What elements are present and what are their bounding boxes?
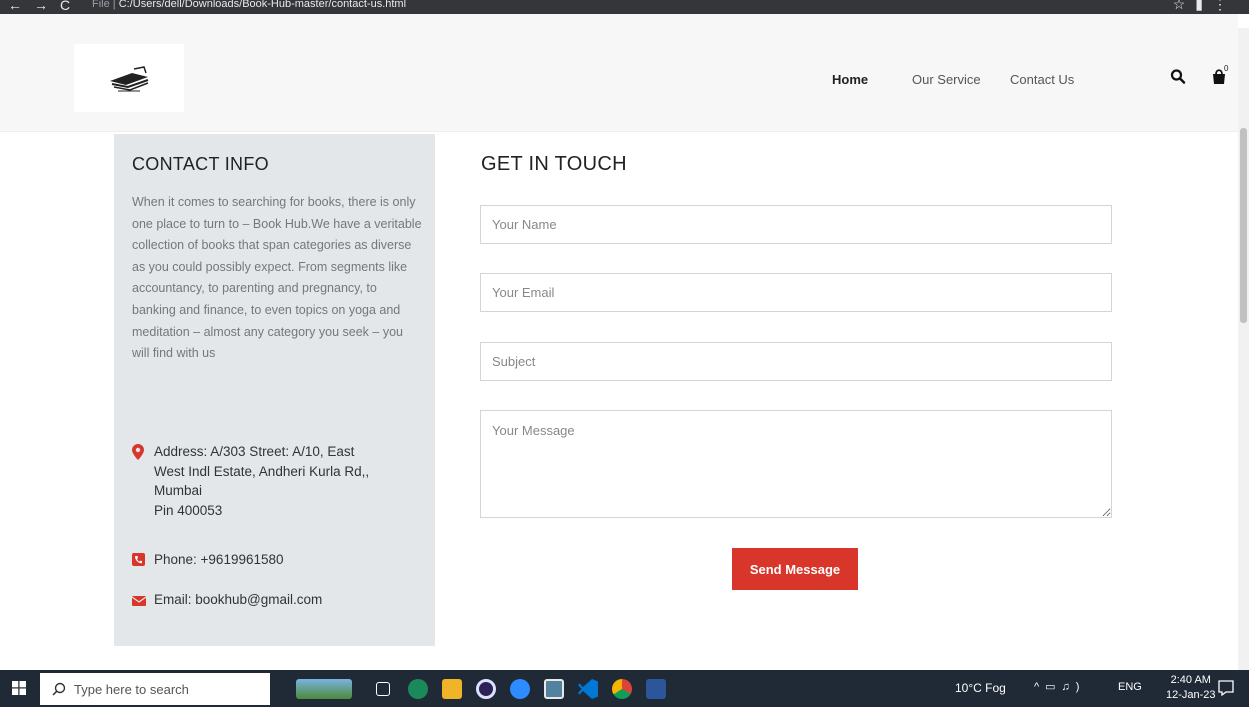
envelope-icon xyxy=(131,590,154,612)
contact-description: When it comes to searching for books, th… xyxy=(132,195,422,361)
address-line: Pin 400053 xyxy=(154,502,223,518)
phone-row: Phone: +9619961580 xyxy=(132,550,284,572)
nav-home[interactable]: Home xyxy=(832,72,868,87)
send-message-button[interactable]: Send Message xyxy=(732,548,858,590)
github-desktop-icon[interactable] xyxy=(408,679,428,699)
address-text: Address: A/303 Street: A/10, East West I… xyxy=(154,442,369,520)
word-icon[interactable] xyxy=(646,679,666,699)
nav-contact-us[interactable]: Contact Us xyxy=(1010,72,1074,87)
clock-time: 2:40 AM xyxy=(1170,674,1211,686)
subject-input[interactable] xyxy=(480,342,1112,381)
taskbar-clock[interactable]: 2:40 AM 12-Jan-23 xyxy=(1166,673,1216,703)
message-textarea[interactable] xyxy=(480,410,1112,518)
taskbar-search-placeholder: Type here to search xyxy=(74,682,189,697)
map-marker-icon xyxy=(132,442,154,520)
phone-icon xyxy=(132,550,154,572)
email-text: Email: bookhub@gmail.com xyxy=(154,592,323,607)
eclipse-icon[interactable] xyxy=(476,679,496,699)
taskbar-search[interactable]: Type here to search xyxy=(40,673,270,705)
java-icon[interactable] xyxy=(544,679,564,699)
nav-our-service[interactable]: Our Service xyxy=(912,72,981,87)
vscode-icon[interactable] xyxy=(578,679,598,699)
browser-toolbar: ←→C File | C:/Users/dell/Downloads/Book-… xyxy=(0,0,1249,14)
url-prefix: File | xyxy=(92,0,116,10)
phone-text: Phone: +9619961580 xyxy=(154,552,284,567)
address-bar[interactable]: File | C:/Users/dell/Downloads/Book-Hub-… xyxy=(92,0,406,10)
browser-nav-icons[interactable]: ←→C xyxy=(8,0,82,13)
address-line: West Indl Estate, Andheri Kurla Rd,, xyxy=(154,463,370,479)
address-line: Address: A/303 Street: A/10, East xyxy=(154,444,355,459)
clock-date: 12-Jan-23 xyxy=(1166,689,1216,701)
book-logo-icon xyxy=(110,66,149,92)
cart-count-badge: 0 xyxy=(1224,64,1229,73)
zoom-icon[interactable] xyxy=(510,679,530,699)
task-view-icon[interactable] xyxy=(376,682,390,696)
site-header: Home Our Service Contact Us 0 xyxy=(0,14,1238,132)
windows-taskbar: Type here to search 10°C Fog ^▭♫) ENG 2:… xyxy=(0,670,1249,707)
weather-status[interactable]: 10°C Fog xyxy=(955,681,1006,695)
weather-widget-icon[interactable] xyxy=(296,679,352,699)
search-icon[interactable] xyxy=(1170,68,1186,86)
file-explorer-icon[interactable] xyxy=(442,679,462,699)
contact-info-title: CONTACT INFO xyxy=(132,154,269,174)
search-icon xyxy=(52,682,66,696)
page-scrollbar[interactable] xyxy=(1238,28,1249,670)
url-text: C:/Users/dell/Downloads/Book-Hub-master/… xyxy=(118,0,407,10)
address-row: Address: A/303 Street: A/10, East West I… xyxy=(132,442,392,520)
chrome-icon[interactable] xyxy=(612,679,632,699)
name-input[interactable] xyxy=(480,205,1112,244)
browser-menu-icons[interactable]: ☆▮⋮ xyxy=(1173,0,1237,13)
system-tray-icons[interactable]: ^▭♫) xyxy=(1034,680,1085,693)
windows-start-icon[interactable] xyxy=(12,681,26,695)
get-in-touch-title: GET IN TOUCH xyxy=(481,153,627,175)
notification-icon[interactable] xyxy=(1217,679,1235,697)
contact-info-panel: CONTACT INFO When it comes to searching … xyxy=(114,134,435,646)
scrollbar-thumb[interactable] xyxy=(1240,128,1247,323)
site-logo[interactable] xyxy=(74,44,184,112)
address-line: Mumbai xyxy=(154,483,203,498)
email-input[interactable] xyxy=(480,273,1112,312)
language-indicator[interactable]: ENG xyxy=(1118,681,1142,693)
email-row: Email: bookhub@gmail.com xyxy=(131,590,323,612)
